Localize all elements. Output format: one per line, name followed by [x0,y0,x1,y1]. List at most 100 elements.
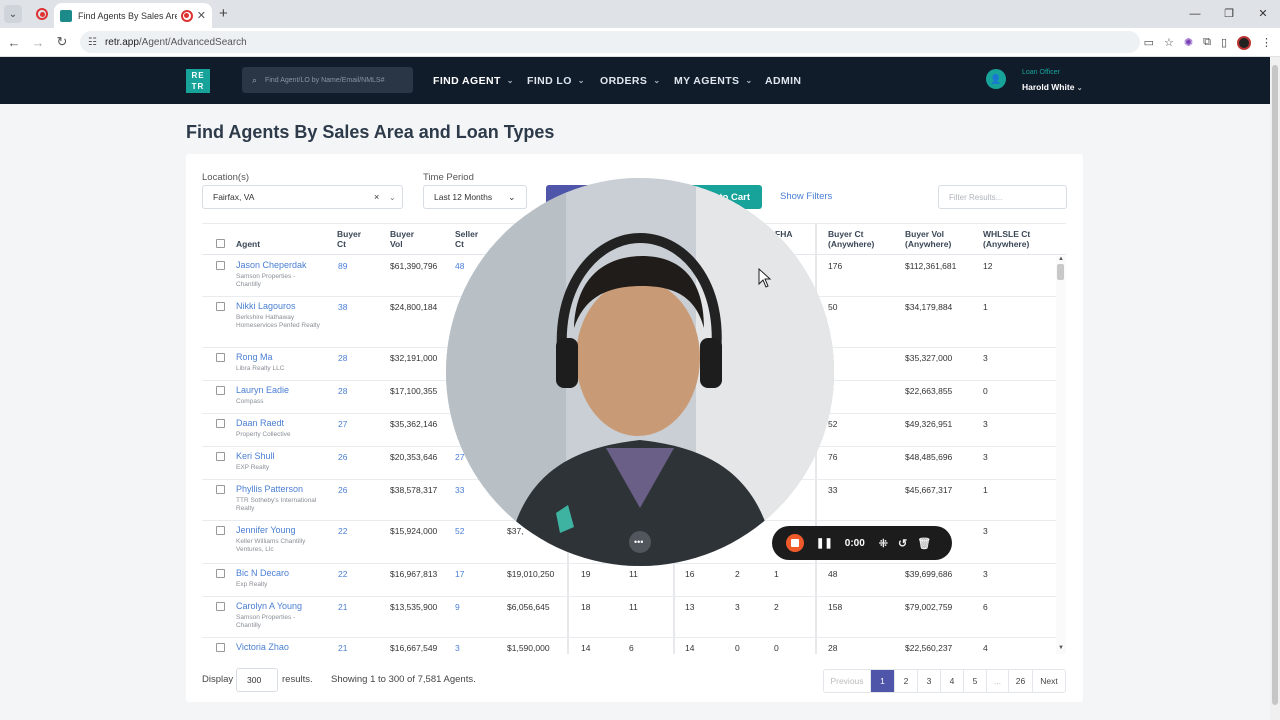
buyer-ct-link[interactable]: 26 [338,452,347,462]
agent-name-link[interactable]: Lauryn Eadie [236,385,289,395]
row-checkbox[interactable] [216,302,225,311]
period-select[interactable]: Last 12 Months ⌄ [423,185,527,209]
row-checkbox[interactable] [216,261,225,270]
back-icon[interactable]: ← [2,35,26,50]
filter-results-input[interactable]: Filter Results... [938,185,1067,209]
minimize-icon[interactable]: — [1178,0,1212,28]
retr-logo[interactable]: RE TR [186,69,210,93]
browser-tab-active[interactable]: Find Agents By Sales Area a ✕ [54,3,212,28]
row-checkbox[interactable] [216,485,225,494]
pager-previous[interactable]: Previous [824,670,871,692]
restore-icon[interactable]: ❐ [1212,0,1246,28]
clear-icon[interactable]: × [374,192,379,202]
new-tab-icon[interactable]: + [219,5,228,22]
agent-name-link[interactable]: Rong Ma [236,352,273,362]
row-checkbox[interactable] [216,353,225,362]
seller-ct-link[interactable]: 3 [455,643,460,653]
row-checkbox[interactable] [216,419,225,428]
pause-icon[interactable]: ❚❚ [816,538,833,549]
extensions-puzzle-icon[interactable]: ⧉ [1203,36,1211,49]
user-menu[interactable]: 👤 Loan Officer Harold White ⌄ [986,69,1083,92]
show-filters-link[interactable]: Show Filters [780,191,832,202]
menu-find-agent[interactable]: FIND AGENT ⌄ [433,57,514,104]
window-close-icon[interactable]: ✕ [1246,0,1280,28]
seller-ct-link[interactable]: 17 [455,569,464,579]
buyer-ct-link[interactable]: 28 [338,386,347,396]
buyer-ct-link[interactable]: 38 [338,302,347,312]
tab-search-button[interactable]: ⌄ [4,5,22,23]
scroll-down-icon[interactable]: ▼ [1058,645,1064,651]
pager-page-5[interactable]: 5 [964,670,987,692]
reload-icon[interactable]: ↻ [50,34,74,50]
row-checkbox[interactable] [216,452,225,461]
recording-tab-icon[interactable] [32,4,52,24]
scroll-up-icon[interactable]: ▲ [1058,256,1064,262]
buyer-ct-link[interactable]: 22 [338,526,347,536]
col-seller-ct[interactable]: Seller Ct [455,229,489,249]
tab-title: Find Agents By Sales Area a [78,10,177,21]
bookmark-star-icon[interactable]: ☆ [1164,36,1174,49]
seller-ct-link[interactable]: 52 [455,526,464,536]
agent-name-link[interactable]: Daan Raedt [236,418,284,428]
cast-icon[interactable]: ▭ [1144,36,1154,49]
buyer-ct-link[interactable]: 89 [338,261,347,271]
pager-page-1[interactable]: 1 [871,670,895,692]
extension-icon[interactable]: ✺ [1184,36,1193,49]
webcam-overlay[interactable]: ••• [446,178,834,566]
tab-close-icon[interactable]: ✕ [197,9,206,22]
buyer-ct-link[interactable]: 21 [338,602,347,612]
url-field[interactable]: ☷ retr.app/Agent/AdvancedSearch [80,31,1140,53]
col-buyer-vol-anywhere[interactable]: Buyer Vol (Anywhere) [905,229,965,249]
display-count-input[interactable]: 300 [236,668,278,692]
agent-name-link[interactable]: Bic N Decaro [236,568,289,578]
agent-name-link[interactable]: Phyllis Patterson [236,484,303,494]
pager-page-2[interactable]: 2 [895,670,918,692]
browser-menu-icon[interactable]: ⋮ [1261,36,1272,49]
profile-avatar-icon[interactable] [1237,35,1251,50]
col-buyer-ct-anywhere[interactable]: Buyer Ct (Anywhere) [828,229,888,249]
grid-icon[interactable]: ⁜ [879,537,888,550]
seller-ct-link[interactable]: 9 [455,602,460,612]
stop-recording-button[interactable] [786,534,804,552]
row-checkbox[interactable] [216,569,225,578]
select-all-checkbox[interactable] [216,239,225,248]
seller-ct-link[interactable]: 48 [455,261,464,271]
row-checkbox[interactable] [216,526,225,535]
row-checkbox[interactable] [216,386,225,395]
buyer-ct-link[interactable]: 28 [338,353,347,363]
agent-name-link[interactable]: Jason Cheperdak [236,260,307,270]
trash-icon[interactable]: 🗑 [917,537,931,550]
location-select[interactable]: Fairfax, VA × ⌄ [202,185,403,209]
side-panel-icon[interactable]: ▯ [1221,36,1227,49]
col-buyer-vol[interactable]: Buyer Vol [390,229,424,249]
menu-find-lo[interactable]: FIND LO ⌄ [527,57,585,104]
menu-orders[interactable]: ORDERS ⌄ [600,57,660,104]
col-whlsle-ct-anywhere[interactable]: WHLSLE Ct (Anywhere) [983,229,1043,249]
pager-next[interactable]: Next [1033,670,1065,692]
pager-page-4[interactable]: 4 [941,670,964,692]
site-info-icon[interactable]: ☷ [88,37,97,48]
row-checkbox[interactable] [216,643,225,652]
restart-icon[interactable]: ↺ [898,537,907,550]
menu-my-agents[interactable]: MY AGENTS ⌄ [674,57,753,104]
agent-name-link[interactable]: Victoria Zhao [236,642,289,652]
buyer-ct-link[interactable]: 21 [338,643,347,653]
buyer-ct-link[interactable]: 27 [338,419,347,429]
seller-ct-link[interactable]: 33 [455,485,464,495]
pager-page-26[interactable]: 26 [1009,670,1033,692]
agent-search-input[interactable]: ⌕ Find Agent/LO by Name/Email/NMLS# [242,67,413,93]
col-buyer-ct[interactable]: Buyer Ct [337,229,371,249]
page-scrollbar[interactable] [1270,57,1280,720]
col-agent[interactable]: Agent [236,239,260,249]
forward-icon[interactable]: → [26,35,50,50]
agent-name-link[interactable]: Nikki Lagouros [236,301,296,311]
row-checkbox[interactable] [216,602,225,611]
buyer-ct-link[interactable]: 22 [338,569,347,579]
agent-name-link[interactable]: Carolyn A Young [236,601,302,611]
agent-name-link[interactable]: Jennifer Young [236,525,296,535]
pager-page-3[interactable]: 3 [918,670,941,692]
buyer-ct-link[interactable]: 26 [338,485,347,495]
agent-name-link[interactable]: Keri Shull [236,451,275,461]
menu-admin[interactable]: ADMIN [765,57,801,104]
table-scrollbar[interactable] [1056,256,1066,654]
